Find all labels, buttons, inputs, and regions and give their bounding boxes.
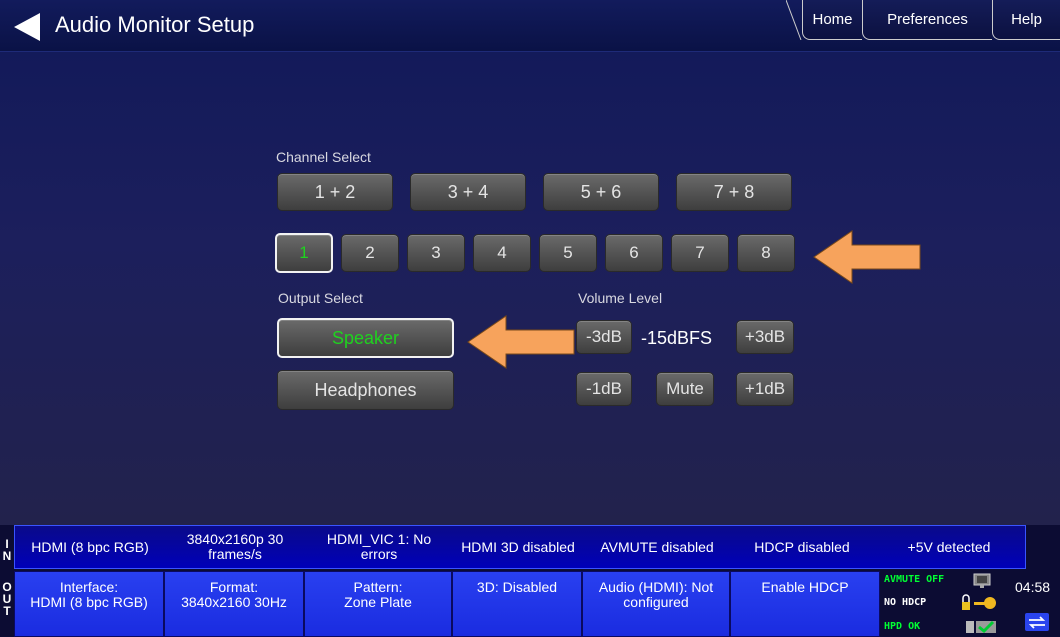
swap-icon[interactable] (1025, 613, 1049, 631)
input-status-bar: I N HDMI (8 bpc RGB) 3840x2160p 30 frame… (0, 525, 1060, 569)
cell-line: Audio (HDMI): Not (598, 579, 714, 595)
channel-pair-5-6-button[interactable]: 5 + 6 (543, 173, 659, 211)
cell-line: configured (623, 594, 689, 610)
channel-select-label: Channel Select (276, 149, 371, 165)
preferences-tab[interactable]: Preferences (862, 0, 992, 40)
key-lock-icon (962, 594, 996, 610)
clock: 04:58 (1015, 579, 1051, 595)
channel-3-button[interactable]: 3 (407, 234, 465, 272)
output-status-row: Interface: HDMI (8 bpc RGB) Format: 3840… (14, 571, 880, 637)
channel-6-button[interactable]: 6 (605, 234, 663, 272)
annotation-arrow-icon (467, 315, 575, 369)
input-avmute-status: AVMUTE disabled (600, 538, 714, 555)
side-letter: N (2, 549, 12, 563)
channel-pair-3-4-button[interactable]: 3 + 4 (410, 173, 526, 211)
channel-5-button[interactable]: 5 (539, 234, 597, 272)
speaker-button[interactable]: Speaker (277, 318, 454, 358)
output-pattern-button[interactable]: Pattern: Zone Plate (304, 571, 452, 637)
cell-line: 3D: Disabled (476, 579, 558, 595)
input-format: 3840x2160p 30 frames/s (186, 531, 284, 562)
channel-7-button[interactable]: 7 (671, 234, 729, 272)
side-letter: T (3, 604, 11, 618)
volume-readout: -15dBFS (641, 328, 713, 348)
mute-button[interactable]: Mute (656, 372, 714, 406)
channel-pair-7-8-button[interactable]: 7 + 8 (676, 173, 792, 211)
volume-down-1db-button[interactable]: -1dB (576, 372, 632, 406)
monitor-icon (973, 573, 991, 588)
cell-line: Format: (209, 579, 259, 595)
top-nav: Home Preferences Help (786, 0, 1060, 40)
hdcp-indicator: NO HDCP (884, 597, 927, 608)
output-format-button[interactable]: Format: 3840x2160 30Hz (164, 571, 304, 637)
tab-notch (786, 0, 802, 40)
input-vic-status: HDMI_VIC 1: No errors (326, 531, 432, 562)
channel-1-button[interactable]: 1 (275, 233, 333, 273)
cell-line: Zone Plate (344, 594, 412, 610)
input-3d-status: HDMI 3D disabled (461, 538, 575, 555)
annotation-arrow-icon (813, 230, 921, 284)
cell-line: Pattern: (353, 579, 403, 595)
check-status-icon (966, 620, 996, 634)
clock-panel: 04:58 (1012, 571, 1060, 637)
main-panel: Channel Select 1 + 2 3 + 4 5 + 6 7 + 8 1… (0, 52, 1060, 525)
channel-8-button[interactable]: 8 (737, 234, 795, 272)
cell-line: 3840x2160 30Hz (181, 594, 287, 610)
avmute-indicator: AVMUTE OFF (884, 574, 945, 585)
page-title: Audio Monitor Setup (55, 12, 255, 37)
input-side-label: I N (0, 538, 14, 562)
output-side-label: O U T (0, 581, 14, 617)
output-select-label: Output Select (278, 290, 363, 306)
output-status-bar: O U T Interface: HDMI (8 bpc RGB) Format… (0, 569, 1060, 637)
cell-line: Enable HDCP (761, 579, 849, 595)
hpd-indicator: HPD OK (884, 621, 921, 632)
volume-level-label: Volume Level (578, 290, 663, 306)
home-tab[interactable]: Home (802, 0, 862, 40)
volume-up-3db-button[interactable]: +3dB (736, 320, 794, 354)
channel-2-button[interactable]: 2 (341, 234, 399, 272)
input-status-row: HDMI (8 bpc RGB) 3840x2160p 30 frames/s … (14, 525, 1026, 569)
help-tab[interactable]: Help (992, 0, 1060, 40)
volume-up-1db-button[interactable]: +1dB (736, 372, 794, 406)
output-audio-button[interactable]: Audio (HDMI): Not configured (582, 571, 730, 637)
top-bar: Audio Monitor Setup Home Preferences Hel… (0, 0, 1060, 52)
cell-line: Interface: (59, 579, 119, 595)
input-5v-status: +5V detected (907, 538, 991, 555)
output-3d-button[interactable]: 3D: Disabled (452, 571, 582, 637)
input-hdcp-status: HDCP disabled (754, 538, 850, 555)
channel-pair-1-2-button[interactable]: 1 + 2 (277, 173, 393, 211)
volume-down-3db-button[interactable]: -3dB (576, 320, 632, 354)
output-interface-button[interactable]: Interface: HDMI (8 bpc RGB) (14, 571, 164, 637)
headphones-button[interactable]: Headphones (277, 370, 454, 410)
enable-hdcp-button[interactable]: Enable HDCP (730, 571, 880, 637)
back-arrow-icon[interactable] (12, 12, 42, 42)
input-interface: HDMI (8 bpc RGB) (31, 538, 149, 555)
channel-4-button[interactable]: 4 (473, 234, 531, 272)
output-indicators: AVMUTE OFF NO HDCP HPD OK (880, 571, 1010, 637)
cell-line: HDMI (8 bpc RGB) (30, 594, 148, 610)
